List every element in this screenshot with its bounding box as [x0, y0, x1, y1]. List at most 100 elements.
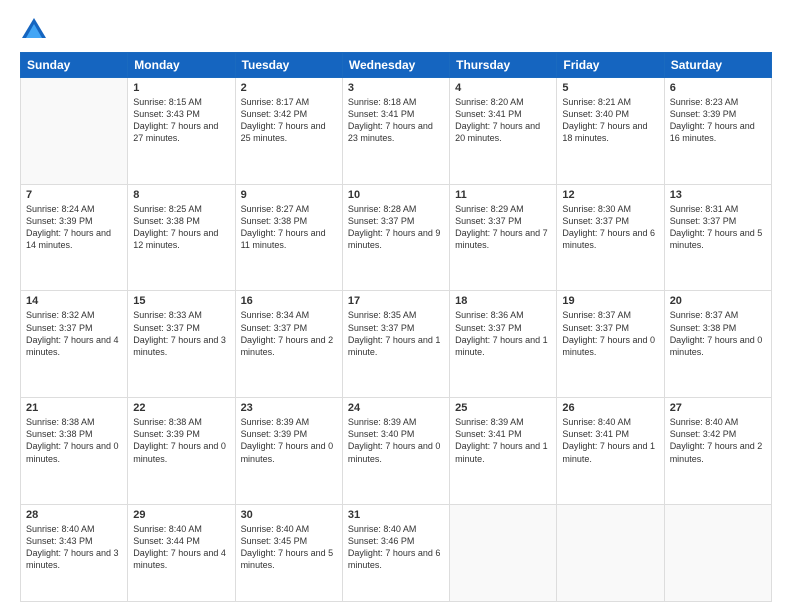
calendar-cell: 5Sunrise: 8:21 AM Sunset: 3:40 PM Daylig…	[557, 78, 664, 185]
page: SundayMondayTuesdayWednesdayThursdayFrid…	[0, 0, 792, 612]
calendar-cell: 24 Sunrise: 8:39 AM Sunset: 3:40 PM Dayli…	[342, 398, 449, 505]
day-number: 5	[562, 82, 658, 94]
day-content: Sunrise: 8:40 AM Sunset: 3:46 PM Dayligh…	[348, 523, 444, 572]
day-number: 16	[241, 295, 337, 307]
day-content: Sunrise: 8:18 AM Sunset: 3:41 PM Dayligh…	[348, 96, 444, 145]
calendar-cell: 31Sunrise: 8:40 AM Sunset: 3:46 PM Dayli…	[342, 504, 449, 601]
col-header-monday: Monday	[128, 53, 235, 78]
col-header-saturday: Saturday	[664, 53, 771, 78]
day-content: Sunrise: 8:39 AM Sunset: 3:40 PM Dayligh…	[348, 416, 444, 465]
day-number: 20	[670, 295, 766, 307]
calendar-table: SundayMondayTuesdayWednesdayThursdayFrid…	[20, 52, 772, 602]
day-content: Sunrise: 8:33 AM Sunset: 3:37 PM Dayligh…	[133, 309, 229, 358]
calendar-cell: 15 Sunrise: 8:33 AM Sunset: 3:37 PM Dayli…	[128, 291, 235, 398]
calendar-cell: 6 Sunrise: 8:23 AM Sunset: 3:39 PM Daylig…	[664, 78, 771, 185]
calendar-cell: 17Sunrise: 8:35 AM Sunset: 3:37 PM Dayli…	[342, 291, 449, 398]
day-number: 29	[133, 509, 229, 521]
day-content: Sunrise: 8:40 AM Sunset: 3:42 PM Dayligh…	[670, 416, 766, 465]
day-content: Sunrise: 8:27 AM Sunset: 3:38 PM Dayligh…	[241, 203, 337, 252]
day-content: Sunrise: 8:23 AM Sunset: 3:39 PM Dayligh…	[670, 96, 766, 145]
day-number: 9	[241, 189, 337, 201]
day-number: 7	[26, 189, 122, 201]
day-number: 27	[670, 402, 766, 414]
calendar-header-row: SundayMondayTuesdayWednesdayThursdayFrid…	[21, 53, 772, 78]
col-header-friday: Friday	[557, 53, 664, 78]
calendar-cell: 13 Sunrise: 8:31 AM Sunset: 3:37 PM Dayli…	[664, 184, 771, 291]
day-content: Sunrise: 8:40 AM Sunset: 3:43 PM Dayligh…	[26, 523, 122, 572]
day-number: 24	[348, 402, 444, 414]
calendar-cell	[557, 504, 664, 601]
calendar-week-2: 14Sunrise: 8:32 AM Sunset: 3:37 PM Dayli…	[21, 291, 772, 398]
day-content: Sunrise: 8:36 AM Sunset: 3:37 PM Dayligh…	[455, 309, 551, 358]
calendar-cell: 9 Sunrise: 8:27 AM Sunset: 3:38 PM Daylig…	[235, 184, 342, 291]
day-content: Sunrise: 8:40 AM Sunset: 3:41 PM Dayligh…	[562, 416, 658, 465]
day-content: Sunrise: 8:25 AM Sunset: 3:38 PM Dayligh…	[133, 203, 229, 252]
day-content: Sunrise: 8:28 AM Sunset: 3:37 PM Dayligh…	[348, 203, 444, 252]
day-content: Sunrise: 8:32 AM Sunset: 3:37 PM Dayligh…	[26, 309, 122, 358]
col-header-thursday: Thursday	[450, 53, 557, 78]
calendar-cell: 11Sunrise: 8:29 AM Sunset: 3:37 PM Dayli…	[450, 184, 557, 291]
day-number: 15	[133, 295, 229, 307]
calendar-cell: 1 Sunrise: 8:15 AM Sunset: 3:43 PM Daylig…	[128, 78, 235, 185]
calendar-cell: 19 Sunrise: 8:37 AM Sunset: 3:37 PM Dayli…	[557, 291, 664, 398]
day-content: Sunrise: 8:24 AM Sunset: 3:39 PM Dayligh…	[26, 203, 122, 252]
calendar-cell: 20 Sunrise: 8:37 AM Sunset: 3:38 PM Dayli…	[664, 291, 771, 398]
calendar-cell: 3 Sunrise: 8:18 AM Sunset: 3:41 PM Daylig…	[342, 78, 449, 185]
day-number: 3	[348, 82, 444, 94]
logo-icon	[20, 16, 48, 44]
day-content: Sunrise: 8:40 AM Sunset: 3:45 PM Dayligh…	[241, 523, 337, 572]
day-number: 26	[562, 402, 658, 414]
day-content: Sunrise: 8:37 AM Sunset: 3:37 PM Dayligh…	[562, 309, 658, 358]
calendar-cell: 12Sunrise: 8:30 AM Sunset: 3:37 PM Dayli…	[557, 184, 664, 291]
day-number: 1	[133, 82, 229, 94]
day-number: 30	[241, 509, 337, 521]
calendar-cell: 2 Sunrise: 8:17 AM Sunset: 3:42 PM Daylig…	[235, 78, 342, 185]
calendar-cell: 29 Sunrise: 8:40 AM Sunset: 3:44 PM Dayli…	[128, 504, 235, 601]
calendar-week-1: 7 Sunrise: 8:24 AM Sunset: 3:39 PM Daylig…	[21, 184, 772, 291]
day-content: Sunrise: 8:30 AM Sunset: 3:37 PM Dayligh…	[562, 203, 658, 252]
day-content: Sunrise: 8:37 AM Sunset: 3:38 PM Dayligh…	[670, 309, 766, 358]
day-content: Sunrise: 8:39 AM Sunset: 3:41 PM Dayligh…	[455, 416, 551, 465]
day-number: 25	[455, 402, 551, 414]
calendar-cell: 22Sunrise: 8:38 AM Sunset: 3:39 PM Dayli…	[128, 398, 235, 505]
calendar-week-4: 28 Sunrise: 8:40 AM Sunset: 3:43 PM Dayli…	[21, 504, 772, 601]
day-number: 28	[26, 509, 122, 521]
col-header-sunday: Sunday	[21, 53, 128, 78]
day-content: Sunrise: 8:17 AM Sunset: 3:42 PM Dayligh…	[241, 96, 337, 145]
day-number: 11	[455, 189, 551, 201]
day-number: 10	[348, 189, 444, 201]
calendar-cell: 4 Sunrise: 8:20 AM Sunset: 3:41 PM Daylig…	[450, 78, 557, 185]
day-number: 13	[670, 189, 766, 201]
day-content: Sunrise: 8:38 AM Sunset: 3:38 PM Dayligh…	[26, 416, 122, 465]
calendar-cell: 16Sunrise: 8:34 AM Sunset: 3:37 PM Dayli…	[235, 291, 342, 398]
calendar-cell: 14Sunrise: 8:32 AM Sunset: 3:37 PM Dayli…	[21, 291, 128, 398]
calendar-cell: 28 Sunrise: 8:40 AM Sunset: 3:43 PM Dayli…	[21, 504, 128, 601]
day-number: 21	[26, 402, 122, 414]
calendar-cell: 21 Sunrise: 8:38 AM Sunset: 3:38 PM Dayli…	[21, 398, 128, 505]
day-number: 2	[241, 82, 337, 94]
calendar-cell	[664, 504, 771, 601]
day-content: Sunrise: 8:39 AM Sunset: 3:39 PM Dayligh…	[241, 416, 337, 465]
day-number: 23	[241, 402, 337, 414]
calendar-cell	[21, 78, 128, 185]
calendar-cell: 26 Sunrise: 8:40 AM Sunset: 3:41 PM Dayli…	[557, 398, 664, 505]
calendar-cell	[450, 504, 557, 601]
calendar-cell: 8 Sunrise: 8:25 AM Sunset: 3:38 PM Daylig…	[128, 184, 235, 291]
day-number: 8	[133, 189, 229, 201]
header	[20, 16, 772, 44]
day-content: Sunrise: 8:15 AM Sunset: 3:43 PM Dayligh…	[133, 96, 229, 145]
day-number: 18	[455, 295, 551, 307]
day-content: Sunrise: 8:40 AM Sunset: 3:44 PM Dayligh…	[133, 523, 229, 572]
calendar-cell: 23 Sunrise: 8:39 AM Sunset: 3:39 PM Dayli…	[235, 398, 342, 505]
calendar-week-3: 21 Sunrise: 8:38 AM Sunset: 3:38 PM Dayli…	[21, 398, 772, 505]
logo	[20, 16, 52, 44]
day-content: Sunrise: 8:31 AM Sunset: 3:37 PM Dayligh…	[670, 203, 766, 252]
day-content: Sunrise: 8:20 AM Sunset: 3:41 PM Dayligh…	[455, 96, 551, 145]
day-content: Sunrise: 8:38 AM Sunset: 3:39 PM Dayligh…	[133, 416, 229, 465]
calendar-cell: 7 Sunrise: 8:24 AM Sunset: 3:39 PM Daylig…	[21, 184, 128, 291]
day-number: 19	[562, 295, 658, 307]
day-number: 6	[670, 82, 766, 94]
day-number: 4	[455, 82, 551, 94]
calendar-cell: 25 Sunrise: 8:39 AM Sunset: 3:41 PM Dayli…	[450, 398, 557, 505]
calendar-cell: 10 Sunrise: 8:28 AM Sunset: 3:37 PM Dayli…	[342, 184, 449, 291]
